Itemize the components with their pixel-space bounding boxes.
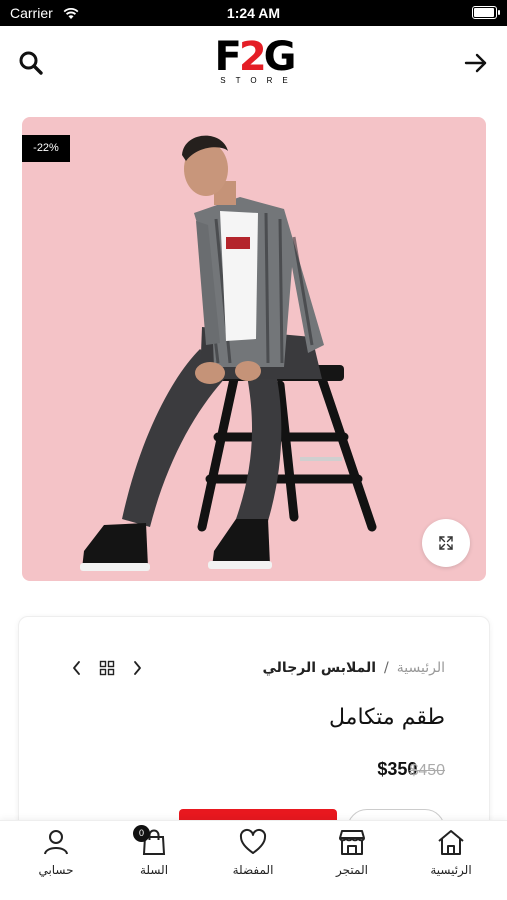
previous-product-button[interactable] — [67, 657, 87, 679]
old-price: $450 — [409, 762, 445, 779]
home-icon — [436, 827, 466, 857]
next-product-button[interactable] — [127, 657, 147, 679]
search-button[interactable] — [16, 48, 46, 78]
tab-account-label: حسابي — [38, 863, 74, 877]
product-photo — [80, 135, 377, 571]
tab-cart[interactable]: 0 السلة — [114, 825, 194, 887]
breadcrumb-category-link[interactable]: الملابس الرجالي — [263, 660, 377, 676]
price-row: $350 $450 — [377, 759, 445, 780]
tab-store-label: المتجر — [336, 863, 368, 877]
bottom-tab-bar: حسابي 0 السلة المفضلة المتجر الرئيسية — [0, 820, 507, 900]
discount-badge: -22% — [22, 135, 70, 162]
grid-view-button[interactable] — [97, 657, 117, 679]
user-icon — [41, 827, 71, 857]
zoom-button[interactable] — [422, 519, 470, 567]
tab-cart-label: السلة — [139, 863, 169, 877]
app-header: F2G STORE — [0, 26, 507, 98]
status-bar: Carrier 1:24 AM — [0, 0, 507, 26]
tab-store[interactable]: المتجر — [312, 827, 392, 887]
product-pager — [67, 657, 147, 679]
expand-icon — [439, 536, 453, 550]
breadcrumb: الرئيسية / الملابس الرجالي — [263, 657, 445, 679]
status-time: 1:24 AM — [226, 5, 281, 21]
store-icon — [337, 827, 367, 857]
store-logo[interactable]: F2G STORE — [204, 34, 304, 90]
breadcrumb-separator: / — [384, 660, 389, 676]
search-icon — [19, 51, 43, 75]
tab-favorites-label: المفضلة — [232, 863, 274, 877]
shopping-bag-icon: 0 — [133, 825, 169, 857]
tab-favorites[interactable]: المفضلة — [213, 827, 293, 887]
grid-icon — [99, 660, 115, 676]
product-title: طقم متكامل — [329, 705, 445, 730]
cart-count-badge: 0 — [133, 825, 150, 842]
back-button[interactable] — [461, 48, 491, 78]
tab-account[interactable]: حسابي — [16, 827, 96, 887]
heart-icon — [238, 827, 268, 857]
tab-home-label: الرئيسية — [430, 863, 472, 877]
product-image[interactable]: -22% — [22, 117, 486, 581]
chevron-right-icon — [134, 661, 141, 675]
arrow-right-icon — [464, 53, 487, 73]
logo-mark: F2G — [214, 34, 296, 80]
tab-home[interactable]: الرئيسية — [411, 827, 491, 887]
battery-icon — [472, 6, 500, 19]
chevron-left-icon — [73, 661, 80, 675]
breadcrumb-home-link[interactable]: الرئيسية — [397, 660, 445, 676]
